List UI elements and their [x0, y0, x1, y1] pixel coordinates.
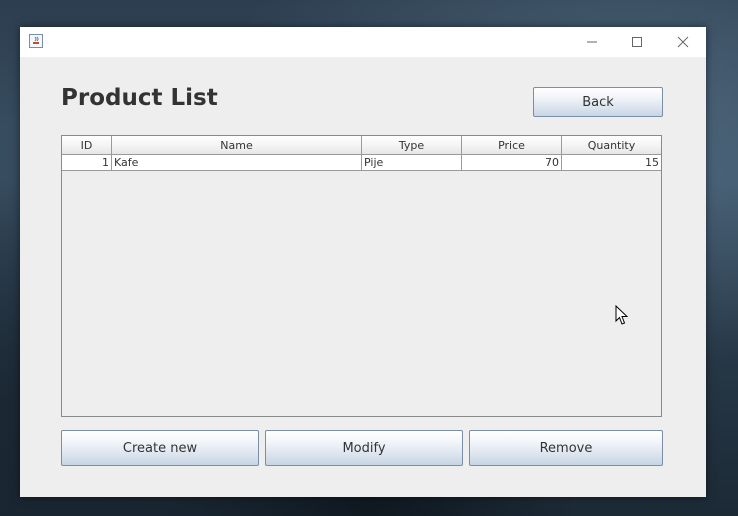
close-icon [677, 36, 689, 48]
maximize-button[interactable] [614, 27, 660, 57]
minimize-button[interactable] [569, 27, 615, 57]
table-row[interactable]: 1 Kafe Pije 70 15 [62, 155, 661, 171]
close-button[interactable] [660, 27, 706, 57]
column-header-type[interactable]: Type [362, 136, 462, 155]
column-header-name[interactable]: Name [112, 136, 362, 155]
mouse-pointer-icon [615, 305, 629, 325]
remove-button[interactable]: Remove [469, 430, 663, 466]
cell-id[interactable]: 1 [62, 155, 112, 171]
modify-button[interactable]: Modify [265, 430, 463, 466]
column-header-quantity[interactable]: Quantity [562, 136, 661, 155]
cell-price[interactable]: 70 [462, 155, 562, 171]
app-window: Product List Back ID Name Type Price Qua… [20, 27, 706, 497]
table-header: ID Name Type Price Quantity [62, 136, 661, 155]
page-title: Product List [61, 85, 218, 111]
cell-quantity[interactable]: 15 [562, 155, 661, 171]
create-new-button[interactable]: Create new [61, 430, 259, 466]
minimize-icon [587, 41, 597, 43]
column-header-id[interactable]: ID [62, 136, 112, 155]
product-table[interactable]: ID Name Type Price Quantity 1 Kafe Pije … [61, 135, 662, 417]
title-bar[interactable] [20, 27, 706, 57]
java-icon[interactable] [29, 34, 43, 48]
maximize-icon [632, 37, 642, 47]
cell-type[interactable]: Pije [362, 155, 462, 171]
cell-name[interactable]: Kafe [112, 155, 362, 171]
back-button[interactable]: Back [533, 87, 663, 117]
column-header-price[interactable]: Price [462, 136, 562, 155]
